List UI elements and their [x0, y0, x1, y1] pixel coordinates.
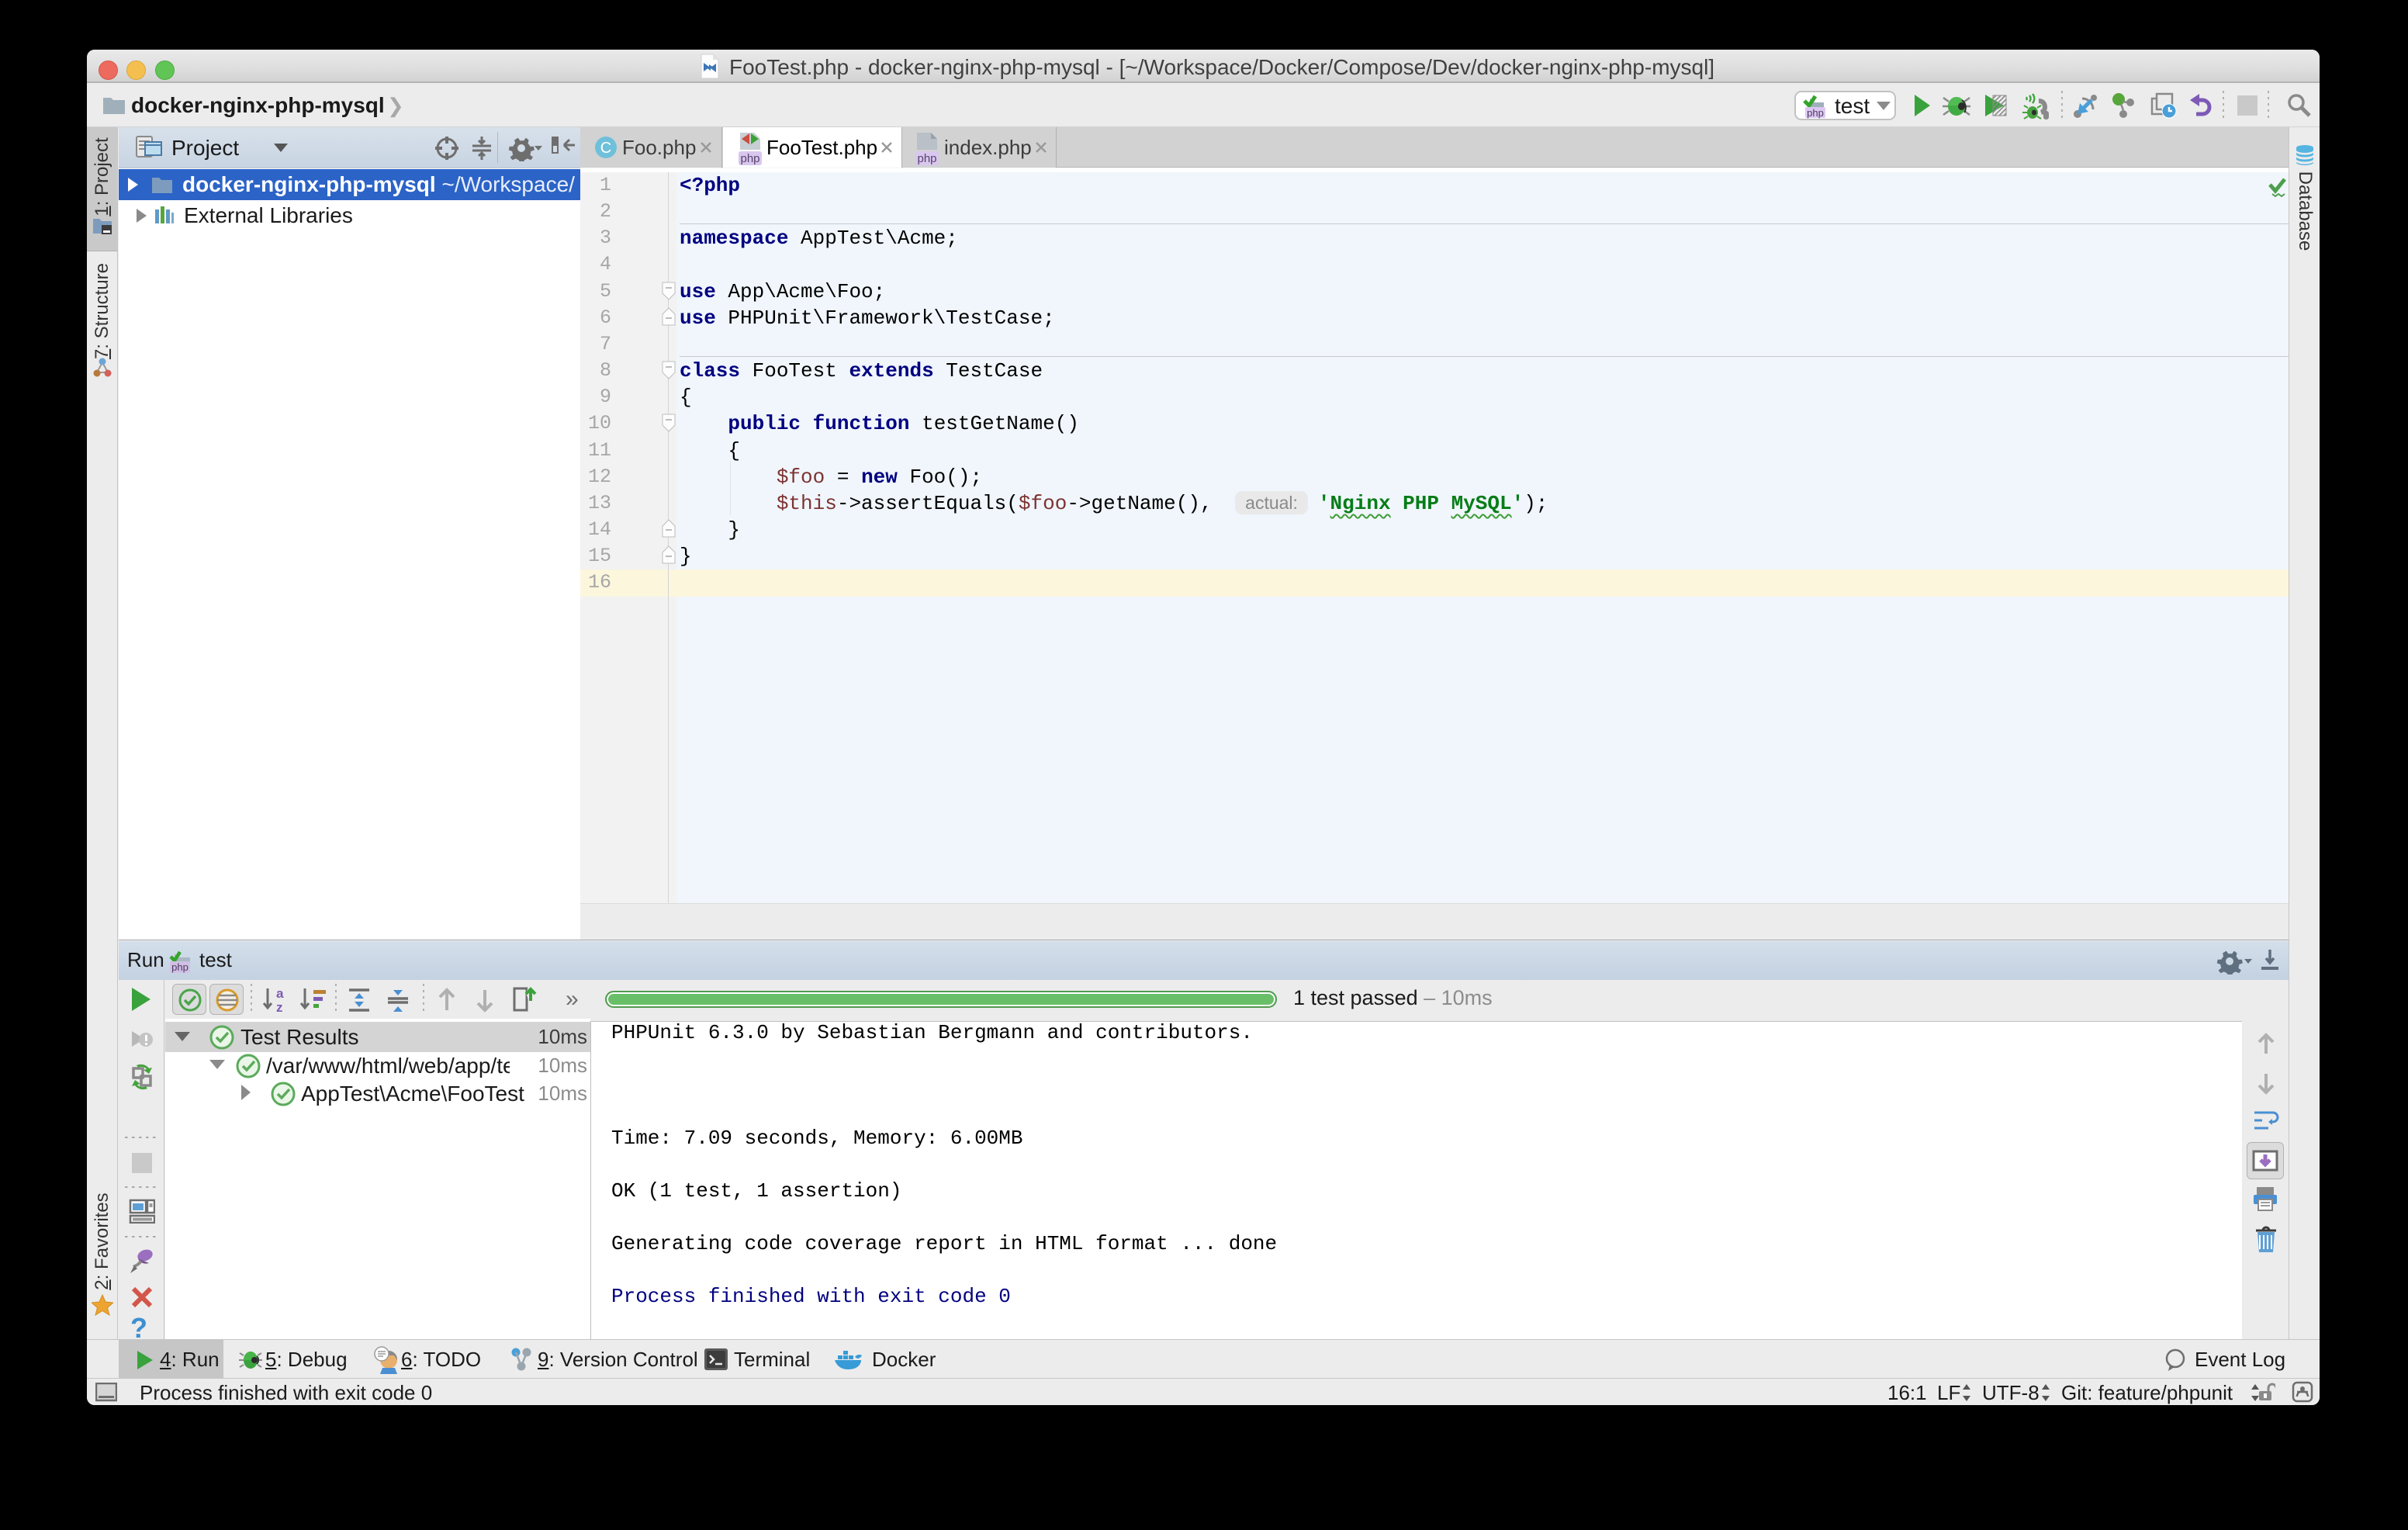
svg-text:php: php: [917, 152, 936, 165]
svg-text:php: php: [1807, 107, 1824, 119]
svg-text:php: php: [171, 961, 189, 973]
svg-text:C: C: [600, 140, 611, 157]
svg-text:php: php: [740, 152, 759, 165]
svg-text:z: z: [276, 1000, 283, 1013]
svg-text:a: a: [276, 987, 284, 1001]
